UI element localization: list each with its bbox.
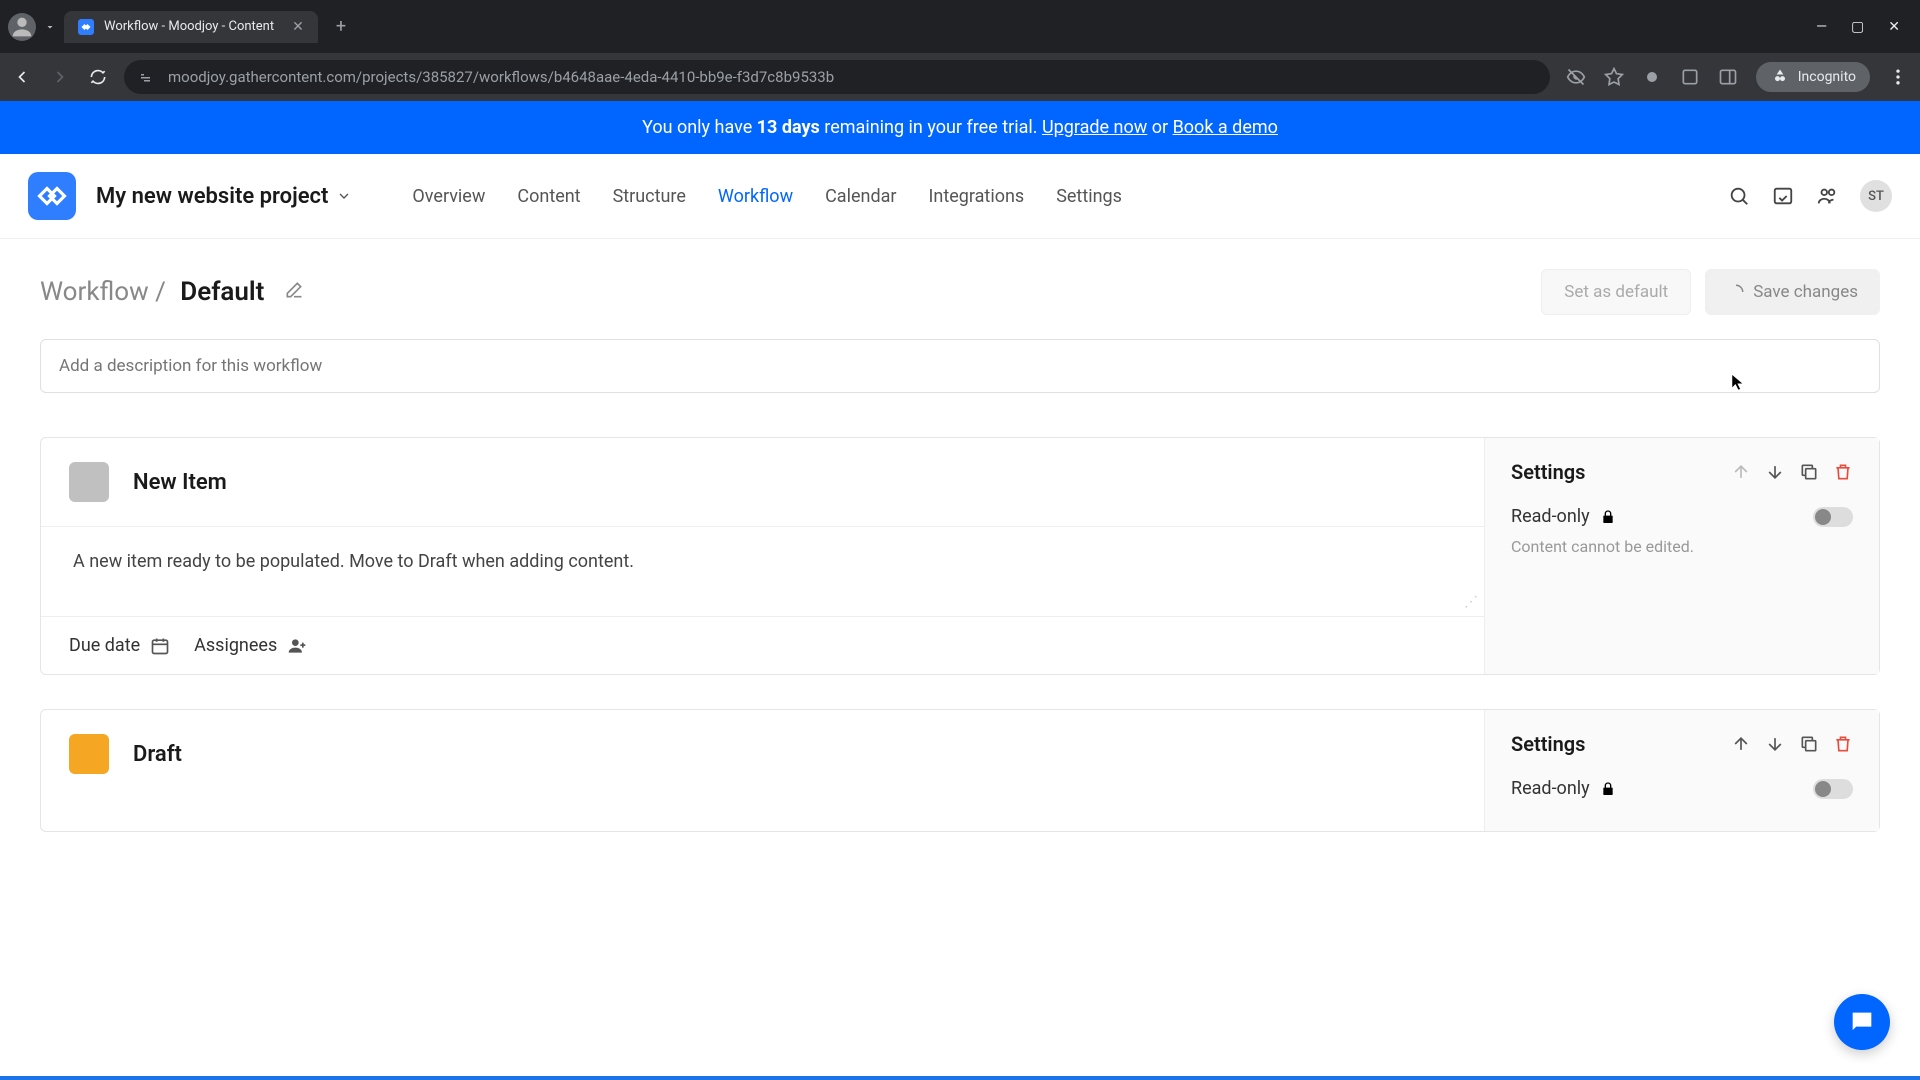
book-demo-link[interactable]: Book a demo: [1173, 117, 1278, 138]
lock-icon: [1600, 781, 1616, 797]
back-icon[interactable]: [12, 67, 32, 87]
app-logo-icon[interactable]: [28, 172, 76, 220]
calendar-icon: [150, 636, 170, 656]
status-color-swatch[interactable]: [69, 462, 109, 502]
close-tab-icon[interactable]: ✕: [292, 19, 304, 35]
nav-calendar[interactable]: Calendar: [825, 186, 896, 207]
search-icon[interactable]: [1728, 185, 1750, 207]
people-icon[interactable]: [1816, 185, 1838, 207]
breadcrumb: Workflow / Default: [40, 277, 264, 307]
trial-middle: remaining in your free trial.: [820, 117, 1042, 138]
readonly-toggle[interactable]: [1813, 779, 1853, 799]
workflow-step-card: New Item A new item ready to be populate…: [40, 437, 1880, 675]
nav-settings[interactable]: Settings: [1056, 186, 1122, 207]
workflow-description-input[interactable]: [40, 339, 1880, 393]
nav-structure[interactable]: Structure: [613, 186, 686, 207]
trial-prefix: You only have: [642, 117, 757, 138]
add-person-icon: [287, 636, 307, 656]
tab-favicon-icon: [78, 19, 94, 35]
workflow-step-card: Draft Settings Read-only: [40, 709, 1880, 832]
url-bar[interactable]: moodjoy.gathercontent.com/projects/38582…: [124, 60, 1550, 94]
app-header: My new website project Overview Content …: [0, 154, 1920, 239]
edit-name-icon[interactable]: [284, 280, 304, 304]
project-switcher[interactable]: My new website project: [96, 184, 352, 209]
move-down-icon[interactable]: [1765, 734, 1785, 754]
chat-launcher[interactable]: [1834, 994, 1890, 1050]
project-name-text: My new website project: [96, 184, 328, 209]
readonly-label: Read-only: [1511, 778, 1590, 799]
nav-integrations[interactable]: Integrations: [929, 186, 1025, 207]
incognito-icon: [1770, 67, 1790, 87]
duplicate-icon[interactable]: [1799, 462, 1819, 482]
step-settings-panel: Settings Read-only Content cannot be edi…: [1484, 438, 1879, 674]
settings-title: Settings: [1511, 460, 1585, 484]
move-down-icon[interactable]: [1765, 462, 1785, 482]
taskbar-edge: [0, 1076, 1920, 1080]
forward-icon[interactable]: [50, 67, 70, 87]
minimize-icon[interactable]: —: [1816, 19, 1827, 35]
maximize-icon[interactable]: ▢: [1851, 19, 1864, 35]
breadcrumb-current: Default: [180, 277, 264, 307]
profile-chip[interactable]: [8, 13, 36, 41]
step-title[interactable]: Draft: [133, 742, 182, 767]
due-date-button[interactable]: Due date: [69, 635, 170, 656]
spinner-icon: [1727, 283, 1745, 301]
readonly-label: Read-only: [1511, 506, 1590, 527]
incognito-label: Incognito: [1798, 69, 1856, 85]
url-text: moodjoy.gathercontent.com/projects/38582…: [168, 68, 834, 86]
chevron-down-icon: [336, 188, 352, 204]
close-window-icon[interactable]: ✕: [1888, 19, 1900, 35]
extension-dot-icon[interactable]: [1642, 67, 1662, 87]
incognito-badge[interactable]: Incognito: [1756, 62, 1870, 92]
trial-or: or: [1147, 117, 1172, 138]
status-color-swatch[interactable]: [69, 734, 109, 774]
tab-dropdown-icon[interactable]: [44, 21, 56, 33]
step-title[interactable]: New Item: [133, 470, 227, 495]
page-content: Workflow / Default Set as default Save c…: [0, 239, 1920, 1076]
trial-days: 13 days: [757, 117, 820, 138]
browser-tab[interactable]: Workflow - Moodjoy - Content ✕: [64, 11, 318, 43]
bookmark-star-icon[interactable]: [1604, 67, 1624, 87]
main-nav: Overview Content Structure Workflow Cale…: [412, 186, 1122, 207]
extension-icon[interactable]: [1680, 67, 1700, 87]
eye-off-icon[interactable]: [1566, 67, 1586, 87]
duplicate-icon[interactable]: [1799, 734, 1819, 754]
new-tab-button[interactable]: +: [326, 16, 356, 37]
readonly-hint: Content cannot be edited.: [1511, 537, 1853, 556]
set-default-button[interactable]: Set as default: [1541, 269, 1691, 315]
sidepanel-icon[interactable]: [1718, 67, 1738, 87]
settings-title: Settings: [1511, 732, 1585, 756]
nav-content[interactable]: Content: [517, 186, 580, 207]
user-avatar[interactable]: ST: [1860, 180, 1892, 212]
step-settings-panel: Settings Read-only: [1484, 710, 1879, 831]
inbox-icon[interactable]: [1772, 185, 1794, 207]
delete-icon[interactable]: [1833, 734, 1853, 754]
browser-toolbar: moodjoy.gathercontent.com/projects/38582…: [0, 53, 1920, 101]
move-up-icon[interactable]: [1731, 734, 1751, 754]
nav-overview[interactable]: Overview: [412, 186, 485, 207]
save-changes-button[interactable]: Save changes: [1705, 269, 1880, 315]
breadcrumb-root[interactable]: Workflow /: [40, 277, 166, 307]
resize-handle-icon[interactable]: ⋰: [1464, 594, 1478, 610]
assignees-button[interactable]: Assignees: [194, 635, 307, 656]
trial-banner: You only have 13 days remaining in your …: [0, 101, 1920, 154]
nav-workflow[interactable]: Workflow: [718, 186, 793, 207]
move-up-icon[interactable]: [1731, 462, 1751, 482]
browser-tab-bar: Workflow - Moodjoy - Content ✕ + — ▢ ✕: [0, 0, 1920, 53]
reload-icon[interactable]: [88, 67, 108, 87]
tab-title: Workflow - Moodjoy - Content: [104, 19, 274, 34]
upgrade-link[interactable]: Upgrade now: [1042, 117, 1147, 138]
site-info-icon[interactable]: [138, 68, 156, 86]
readonly-toggle[interactable]: [1813, 507, 1853, 527]
step-description-textarea[interactable]: A new item ready to be populated. Move t…: [41, 526, 1484, 616]
menu-dots-icon[interactable]: [1888, 67, 1908, 87]
delete-icon[interactable]: [1833, 462, 1853, 482]
lock-icon: [1600, 509, 1616, 525]
chat-icon: [1848, 1008, 1876, 1036]
